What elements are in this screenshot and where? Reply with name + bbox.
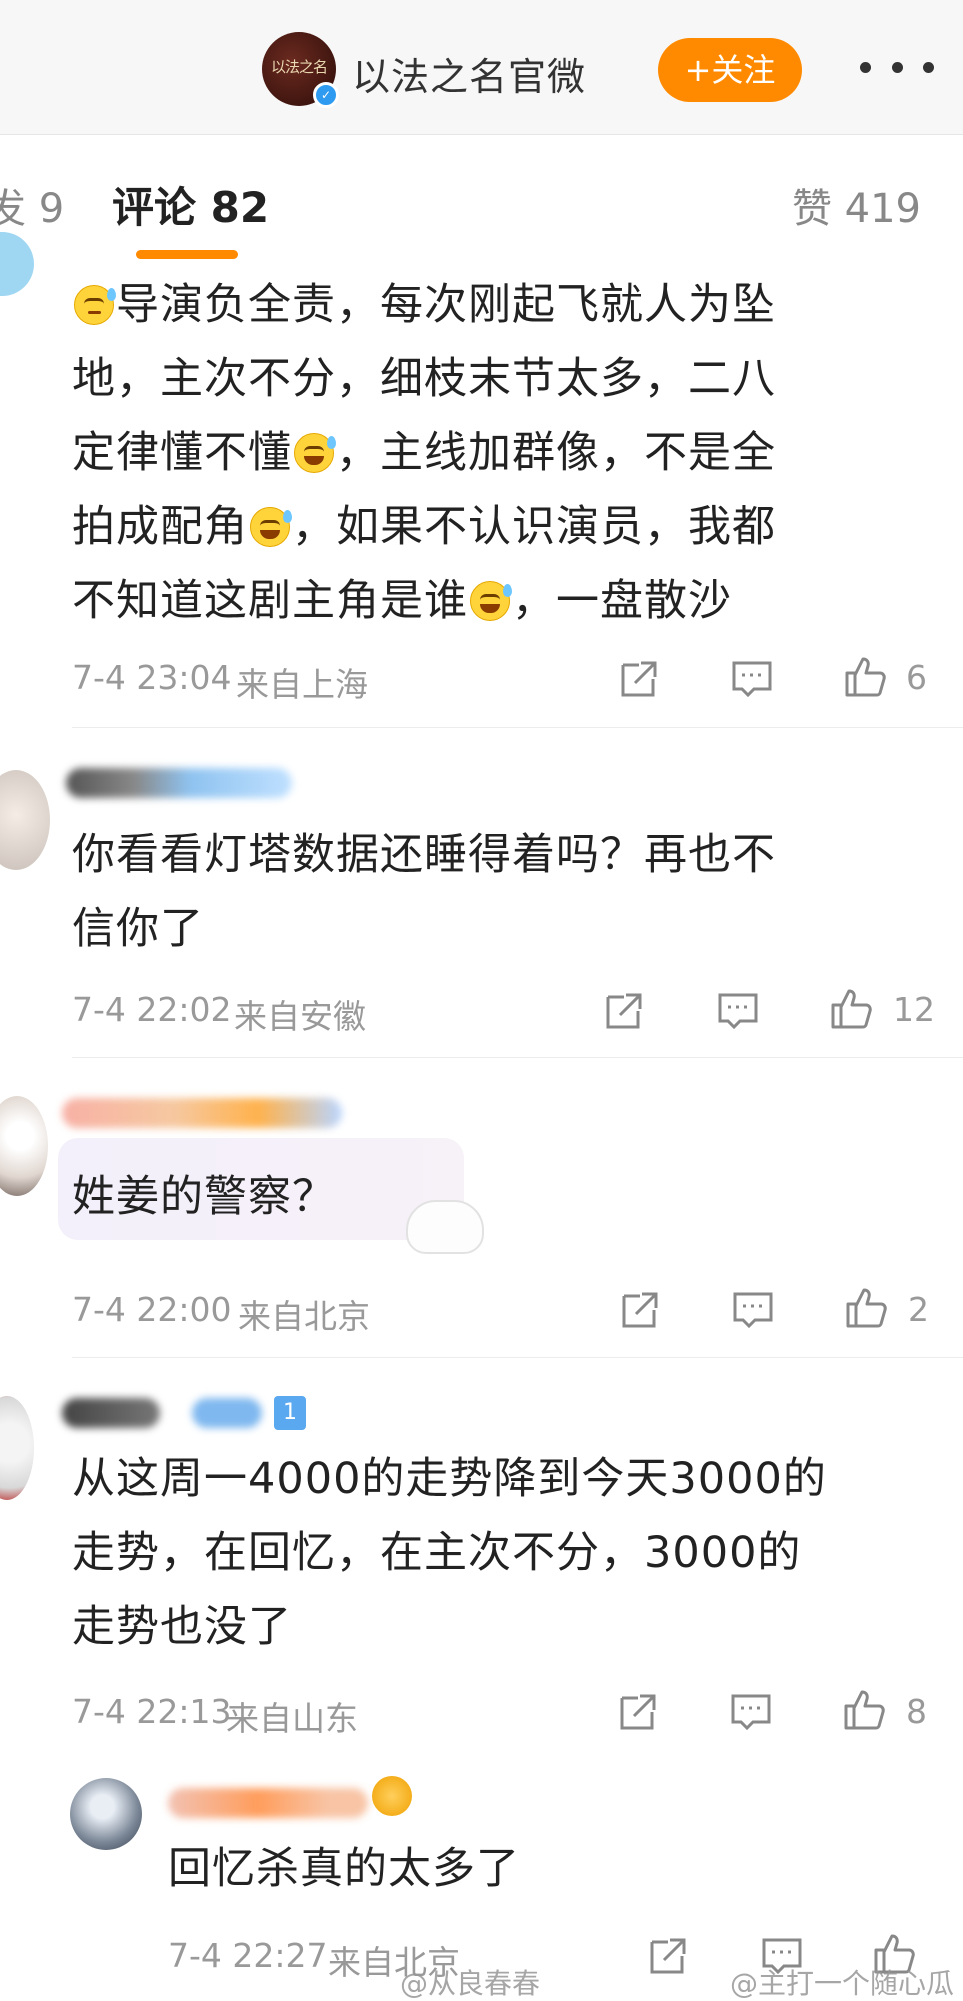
comment-icon[interactable] — [730, 657, 774, 701]
tab-bar: 发 9 评论 82 赞 419 — [0, 136, 963, 266]
like-icon[interactable] — [844, 1286, 888, 1330]
comment-location: 来自北京 — [238, 1297, 370, 1336]
comment-time: 7-4 22:00 — [72, 1290, 232, 1329]
like-count: 2 — [908, 1290, 929, 1329]
comment-text: 回忆杀真的太多了 — [168, 1832, 520, 1906]
username-blurred[interactable] — [168, 1788, 368, 1818]
comment-time: 7-4 22:27 — [168, 1936, 328, 1975]
avatar[interactable] — [0, 770, 50, 870]
comment-line: 姓姜的警察？ — [72, 1172, 336, 1222]
comment-time: 7-4 22:13 — [72, 1692, 232, 1731]
comment-line: ，如果不认识演员，我都 — [292, 502, 776, 552]
divider — [72, 1357, 963, 1358]
share-icon[interactable] — [616, 1690, 660, 1734]
share-icon[interactable] — [602, 989, 646, 1033]
divider — [72, 1057, 963, 1058]
share-icon[interactable] — [618, 1288, 662, 1332]
account-name[interactable]: 以法之名官微 — [352, 46, 586, 101]
username-blurred[interactable] — [62, 1098, 342, 1128]
crown-badge-icon — [372, 1776, 412, 1816]
laugh-cry-emoji-icon — [294, 433, 336, 473]
like-count: 8 — [906, 1692, 927, 1731]
comment-line: 拍成配角 — [72, 502, 248, 552]
divider — [72, 727, 963, 728]
tab-forwards[interactable]: 发 9 — [0, 176, 64, 234]
sweat-emoji-icon — [74, 285, 116, 325]
more-dots-icon[interactable] — [860, 52, 934, 82]
comment-text: 从这周一4000的走势降到今天3000的 走势，在回忆，在主次不分，3000的 … — [72, 1442, 827, 1664]
comment-line: 不知道这剧主角是谁 — [72, 576, 468, 626]
comment-line: 走势，在回忆，在主次不分，3000的 — [72, 1528, 802, 1578]
user-level-badge: 1 — [274, 1396, 306, 1430]
watermark: @从良春春 — [400, 1967, 541, 2000]
comment-location: 来自安徽 — [234, 997, 366, 1036]
tab-likes[interactable]: 赞 419 — [792, 176, 921, 234]
comment-text: 姓姜的警察？ — [72, 1160, 336, 1234]
username-blurred[interactable] — [192, 1398, 262, 1428]
avatar[interactable] — [0, 1396, 34, 1500]
like-icon[interactable] — [843, 655, 887, 699]
comment-line: 走势也没了 — [72, 1602, 292, 1652]
comment-line: 定律懂不懂 — [72, 428, 292, 478]
verified-icon: ✓ — [313, 82, 339, 108]
comment-text: 你看看灯塔数据还睡得着吗？再也不 信你了 — [72, 818, 776, 966]
comment-time: 7-4 22:02 — [72, 990, 232, 1029]
laugh-cry-emoji-icon — [470, 581, 512, 621]
share-icon[interactable] — [617, 657, 661, 701]
comment-line: ，主线加群像，不是全 — [336, 428, 776, 478]
comment-line: 信你了 — [72, 904, 204, 954]
comment-line: 导演负全责，每次刚起飞就人为坠 — [116, 280, 776, 330]
avatar[interactable] — [0, 1096, 48, 1196]
comment-icon[interactable] — [729, 1690, 773, 1734]
top-header: 以法之名 ✓ 以法之名官微 +关注 — [0, 0, 963, 135]
avatar[interactable] — [70, 1778, 142, 1850]
tab-active-indicator — [136, 250, 238, 259]
like-count: 12 — [893, 990, 935, 1029]
comment-text: 导演负全责，每次刚起飞就人为坠 地，主次不分，细枝末节太多，二八 定律懂不懂 ，主… — [72, 268, 776, 638]
tab-comments[interactable]: 评论 82 — [112, 174, 269, 235]
laugh-cry-emoji-icon — [250, 507, 292, 547]
comment-icon[interactable] — [716, 989, 760, 1033]
cat-sticker-icon — [406, 1200, 484, 1254]
comment-line: 你看看灯塔数据还睡得着吗？再也不 — [72, 830, 776, 880]
comment-line: 地，主次不分，细枝末节太多，二八 — [72, 354, 776, 404]
comment-line: ，一盘散沙 — [512, 576, 732, 626]
comment-line: 从这周一4000的走势降到今天3000的 — [72, 1454, 827, 1504]
comment-location: 来自上海 — [236, 665, 368, 704]
comment-time: 7-4 23:04 — [72, 658, 232, 697]
username-blurred[interactable] — [62, 1398, 160, 1428]
share-icon[interactable] — [646, 1934, 690, 1978]
watermark: @主打一个随心瓜 — [730, 1967, 955, 2000]
comment-line: 回忆杀真的太多了 — [168, 1844, 520, 1894]
like-count: 6 — [906, 658, 927, 697]
like-icon[interactable] — [842, 1688, 886, 1732]
avatar-logo-text: 以法之名 — [270, 58, 328, 76]
comment-location: 来自山东 — [226, 1699, 358, 1738]
username-blurred[interactable] — [66, 768, 292, 798]
follow-button[interactable]: +关注 — [658, 38, 802, 102]
comment-icon[interactable] — [731, 1288, 775, 1332]
like-icon[interactable] — [829, 987, 873, 1031]
